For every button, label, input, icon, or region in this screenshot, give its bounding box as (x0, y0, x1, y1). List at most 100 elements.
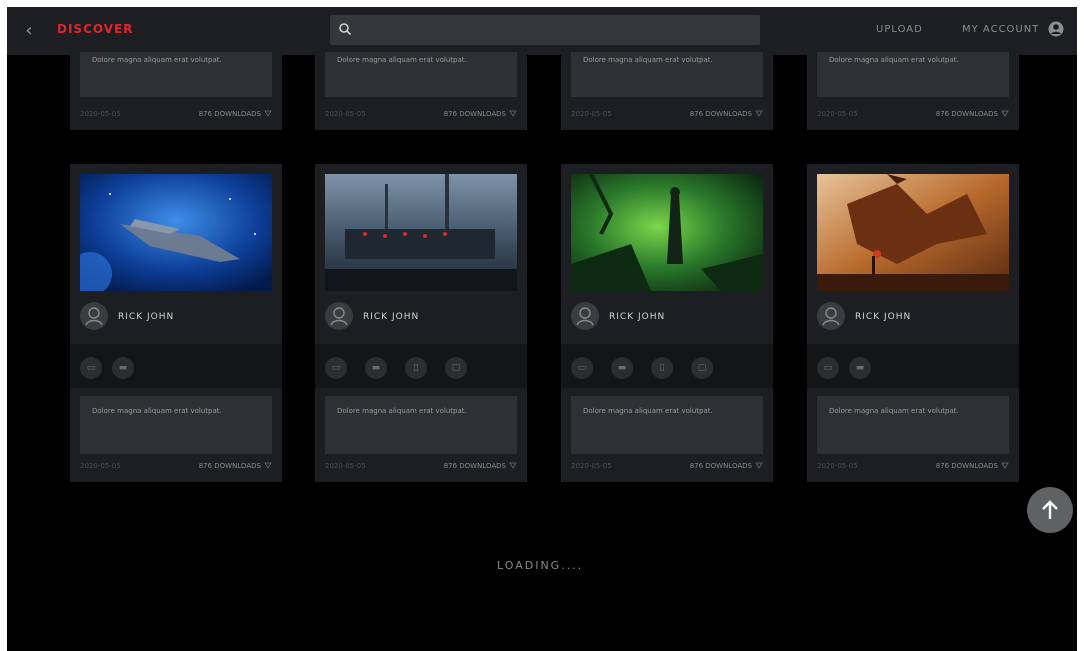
soldiers-image (325, 174, 517, 291)
download-icon[interactable] (509, 110, 517, 118)
card[interactable]: Dolore magna aliquam erat volutpat. 2020… (807, 52, 1019, 130)
console-icon[interactable]: ▬ (849, 357, 871, 379)
download-icon[interactable] (264, 110, 272, 118)
download-icon[interactable] (1001, 462, 1009, 470)
avatar[interactable] (80, 302, 108, 330)
download-count: 876 DOWNLOADS (444, 462, 517, 470)
card[interactable]: Dolore magna aliquam erat volutpat. 2020… (561, 52, 773, 130)
card-date: 2020-05-05 (325, 462, 366, 470)
user-name[interactable]: RICK JOHN (118, 312, 174, 322)
download-label: 876 DOWNLOADS (443, 462, 506, 470)
user-icon (330, 307, 348, 326)
search-icon (339, 23, 352, 36)
card-description: Dolore magna aliquam erat volutpat. (571, 396, 763, 454)
card-date: 2020-05-05 (817, 462, 858, 470)
user-row: RICK JOHN (807, 296, 1019, 342)
card-description: Dolore magna aliquam erat volutpat. (571, 52, 763, 97)
user-name[interactable]: RICK JOHN (609, 312, 665, 322)
action-bar: ▭ ▬ ▯ ▢ (561, 344, 773, 388)
avatar[interactable] (325, 302, 353, 330)
tablet-icon[interactable]: ▢ (691, 357, 713, 379)
download-icon[interactable] (509, 462, 517, 470)
card-description: Dolore magna aliquam erat volutpat. (80, 52, 272, 97)
card-description: Dolore magna aliquam erat volutpat. (325, 52, 517, 97)
chevron-left-icon[interactable]: ‹ (19, 21, 39, 41)
console-icon[interactable]: ▬ (611, 357, 633, 379)
download-icon[interactable] (755, 462, 763, 470)
card[interactable]: Dolore magna aliquam erat volutpat. 2020… (70, 52, 282, 130)
card-date: 2020-05-05 (817, 110, 858, 118)
user-row: RICK JOHN (70, 296, 282, 342)
download-label: 876 DOWNLOADS (935, 462, 998, 470)
card-thumbnail[interactable] (817, 174, 1009, 291)
forest-figure-image (571, 174, 763, 291)
arrow-up-icon (1042, 500, 1058, 519)
pc-icon[interactable]: ▭ (571, 357, 593, 379)
screen: ‹ DISCOVER UPLOAD MY ACCOUNT Dolore magn… (7, 7, 1077, 651)
action-bar: ▭ ▬ (70, 344, 282, 388)
console-icon[interactable]: ▬ (365, 357, 387, 379)
avatar[interactable] (571, 302, 599, 330)
download-icon[interactable] (264, 462, 272, 470)
download-count: 876 DOWNLOADS (690, 462, 763, 470)
download-count: 876 DOWNLOADS (444, 110, 517, 118)
spaceship-image (80, 174, 272, 291)
card[interactable]: Dolore magna aliquam erat volutpat. 2020… (315, 52, 527, 130)
search-input[interactable] (330, 15, 760, 45)
card[interactable]: RICK JOHN ▭ ▬ Dolore magna aliquam erat … (807, 164, 1019, 482)
download-count: 876 DOWNLOADS (690, 110, 763, 118)
my-account-link[interactable]: MY ACCOUNT (962, 24, 1039, 35)
download-label: 876 DOWNLOADS (198, 110, 261, 118)
card-date: 2020-05-05 (571, 462, 612, 470)
avatar[interactable] (817, 302, 845, 330)
download-label: 876 DOWNLOADS (443, 110, 506, 118)
card-date: 2020-05-05 (80, 462, 121, 470)
action-bar: ▭ ▬ (807, 344, 1019, 388)
user-icon (85, 307, 103, 326)
card[interactable]: RICK JOHN ▭ ▬ ▯ ▢ Dolore magna aliquam e… (315, 164, 527, 482)
card[interactable]: RICK JOHN ▭ ▬ Dolore magna aliquam erat … (70, 164, 282, 482)
discover-link[interactable]: DISCOVER (57, 22, 133, 36)
tablet-icon[interactable]: ▢ (445, 357, 467, 379)
upload-link[interactable]: UPLOAD (876, 24, 923, 35)
download-count: 876 DOWNLOADS (936, 462, 1009, 470)
user-icon (822, 307, 840, 326)
download-label: 876 DOWNLOADS (198, 462, 261, 470)
user-icon (576, 307, 594, 326)
download-label: 876 DOWNLOADS (935, 110, 998, 118)
download-label: 876 DOWNLOADS (689, 462, 752, 470)
pc-icon[interactable]: ▭ (80, 357, 102, 379)
pc-icon[interactable]: ▭ (325, 357, 347, 379)
card-thumbnail[interactable] (80, 174, 272, 291)
card-description: Dolore magna aliquam erat volutpat. (817, 52, 1009, 97)
card-description: Dolore magna aliquam erat volutpat. (817, 396, 1009, 454)
card-date: 2020-05-05 (571, 110, 612, 118)
phone-icon[interactable]: ▯ (405, 357, 427, 379)
top-bar: ‹ DISCOVER UPLOAD MY ACCOUNT (7, 7, 1077, 55)
card-thumbnail[interactable] (325, 174, 517, 291)
card-date: 2020-05-05 (80, 110, 121, 118)
download-count: 876 DOWNLOADS (199, 462, 272, 470)
card-description: Dolore magna aliquam erat volutpat. (325, 396, 517, 454)
dragon-image (817, 174, 1009, 291)
download-count: 876 DOWNLOADS (936, 110, 1009, 118)
scroll-to-top-button[interactable] (1027, 487, 1073, 533)
card[interactable]: RICK JOHN ▭ ▬ ▯ ▢ Dolore magna aliquam e… (561, 164, 773, 482)
console-icon[interactable]: ▬ (112, 357, 134, 379)
download-count: 876 DOWNLOADS (199, 110, 272, 118)
pc-icon[interactable]: ▭ (817, 357, 839, 379)
download-icon[interactable] (755, 110, 763, 118)
user-icon[interactable] (1048, 21, 1064, 37)
phone-icon[interactable]: ▯ (651, 357, 673, 379)
download-label: 876 DOWNLOADS (689, 110, 752, 118)
user-row: RICK JOHN (315, 296, 527, 342)
card-thumbnail[interactable] (571, 174, 763, 291)
action-bar: ▭ ▬ ▯ ▢ (315, 344, 527, 388)
card-date: 2020-05-05 (325, 110, 366, 118)
user-name[interactable]: RICK JOHN (855, 312, 911, 322)
user-name[interactable]: RICK JOHN (363, 312, 419, 322)
download-icon[interactable] (1001, 110, 1009, 118)
card-description: Dolore magna aliquam erat volutpat. (80, 396, 272, 454)
loading-indicator: LOADING.... (497, 559, 584, 572)
user-row: RICK JOHN (561, 296, 773, 342)
